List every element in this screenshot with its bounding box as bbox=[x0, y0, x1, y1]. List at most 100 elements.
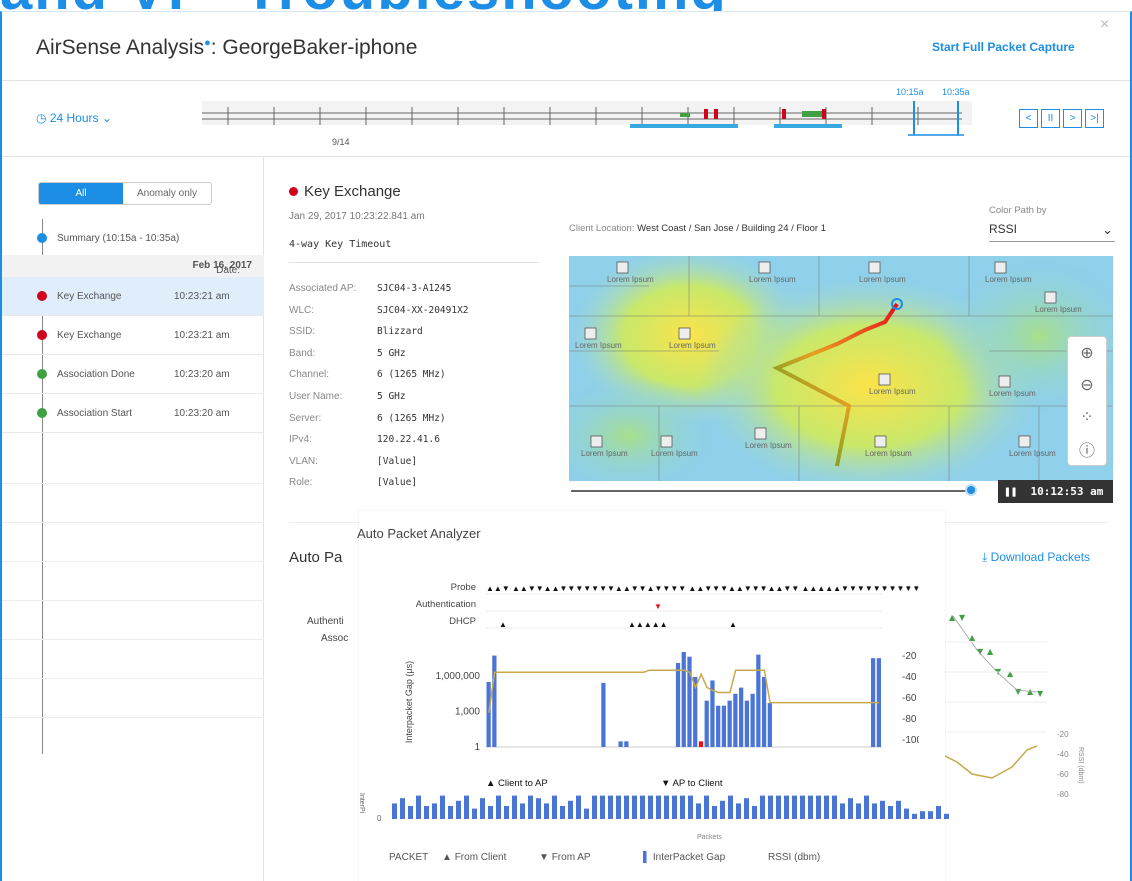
last-button[interactable]: >| bbox=[1085, 109, 1104, 128]
divider bbox=[2, 678, 264, 679]
detail-key: IPv4: bbox=[289, 434, 312, 446]
download-packets-link[interactable]: ⤓ Download Packets bbox=[982, 550, 1090, 565]
gap-bar-small bbox=[816, 795, 821, 819]
auth-marker: ▼ bbox=[654, 602, 662, 611]
detail-value: 5 GHz bbox=[377, 347, 406, 359]
timeline-session bbox=[630, 124, 738, 128]
room-label: Lorem Ipsum bbox=[1035, 305, 1082, 314]
event-row[interactable]: Key Exchange 10:23:21 am bbox=[2, 316, 264, 355]
green-marker: ▲ bbox=[987, 647, 994, 656]
summary-row[interactable]: Summary (10:15a - 10:35a) bbox=[2, 219, 264, 258]
pause-button[interactable]: II bbox=[1041, 109, 1060, 128]
detail-value: [Value] bbox=[377, 477, 418, 489]
info-icon[interactable]: ⓘ bbox=[1068, 433, 1106, 465]
gap-bar-small bbox=[416, 795, 421, 819]
next-button[interactable]: > bbox=[1063, 109, 1082, 128]
gap-bar-small bbox=[904, 808, 909, 819]
gap-legend-icon: ▌ bbox=[643, 852, 651, 863]
gap-bar-small bbox=[576, 795, 581, 819]
green-marker: ▲ bbox=[949, 613, 956, 622]
event-row[interactable]: Association Start 10:23:20 am bbox=[2, 394, 264, 433]
gap-bar-small bbox=[848, 798, 853, 819]
gap-bar bbox=[750, 693, 755, 747]
page-title: AirSense Analysis●: GeorgeBaker-iphone bbox=[36, 36, 418, 59]
row-label: DHCP bbox=[449, 616, 476, 627]
timeline-track[interactable]: 9/14 10:15a 10:35a bbox=[2, 81, 1012, 158]
rssi-tick: -40 bbox=[902, 672, 917, 683]
download-icon: ⤓ bbox=[982, 550, 988, 564]
gap-bar bbox=[492, 655, 497, 747]
previous-button[interactable]: < bbox=[1019, 109, 1038, 128]
rssi-tick: -60 bbox=[902, 693, 917, 704]
access-point-icon bbox=[616, 261, 629, 274]
floor-map[interactable]: Lorem Ipsum Lorem Ipsum Lorem Ipsum Lorem I… bbox=[569, 256, 1113, 481]
room-label: Lorem Ipsum bbox=[669, 341, 716, 350]
detail-key: VLAN: bbox=[289, 455, 318, 467]
gap-bar-small bbox=[448, 806, 453, 819]
gap-bar bbox=[744, 700, 749, 747]
gap-bar-small bbox=[888, 806, 893, 819]
detail-value: 6 (1265 MHz) bbox=[377, 369, 446, 381]
gap-bar bbox=[618, 741, 623, 747]
zoom-out-icon[interactable]: ⊖ bbox=[1068, 369, 1106, 401]
gap-bar-small bbox=[656, 795, 661, 819]
event-sidebar: All Anomaly only Summary (10:15a - 10:35… bbox=[2, 157, 264, 881]
gap-bar-small bbox=[640, 795, 645, 819]
gap-bar-small bbox=[880, 800, 885, 819]
zoom-in-icon[interactable]: ⊕ bbox=[1068, 337, 1106, 369]
locate-icon[interactable]: ⁘ bbox=[1068, 401, 1106, 433]
gap-bar-small bbox=[424, 806, 429, 819]
airsense-dialog: AirSense Analysis●: GeorgeBaker-iphone ×… bbox=[0, 11, 1132, 881]
heatmap: Lorem Ipsum Lorem Ipsum Lorem Ipsum Lorem I… bbox=[569, 256, 1113, 481]
footer-from-client: ▲ From Client bbox=[442, 852, 507, 863]
map-time-slider[interactable] bbox=[571, 490, 976, 492]
divider bbox=[2, 639, 264, 640]
gap-bar-small bbox=[928, 811, 933, 819]
section-title: Auto Pa bbox=[289, 549, 343, 566]
gap-bar-small bbox=[568, 800, 573, 819]
gap-bar-small bbox=[936, 806, 941, 819]
event-row[interactable]: Key Exchange 10:23:21 am bbox=[2, 277, 264, 316]
dhcp-markers: ▲▲▲▲▲ bbox=[628, 620, 668, 629]
footer-from-ap: ▼ From AP bbox=[539, 852, 591, 863]
event-subtitle: 4-way Key Timeout bbox=[289, 239, 392, 250]
slider-knob[interactable] bbox=[965, 484, 977, 496]
y-tick: 1,000,000 bbox=[436, 671, 481, 682]
close-icon[interactable]: × bbox=[1100, 16, 1109, 34]
room-label: Lorem Ipsum bbox=[745, 441, 792, 450]
detail-value: 5 GHz bbox=[377, 391, 406, 402]
detail-key: WLC: bbox=[289, 304, 314, 316]
gap-bar bbox=[486, 681, 491, 747]
detail-value: 6 (1265 MHz) bbox=[377, 412, 446, 424]
pause-icon[interactable]: ❚❚ bbox=[1004, 485, 1017, 498]
gap-bar-small bbox=[752, 806, 757, 819]
gap-bar bbox=[756, 654, 761, 747]
filter-all-button[interactable]: All bbox=[39, 183, 123, 204]
chevron-down-icon: ⌄ bbox=[1102, 222, 1113, 237]
background-banner: and VI - Troubleshooting bbox=[0, 0, 1132, 11]
dhcp-marker: ▲ bbox=[729, 620, 737, 629]
gap-bar-small bbox=[536, 798, 541, 819]
green-marker: ▼ bbox=[1015, 687, 1022, 696]
room-label: Lorem Ipsum bbox=[575, 341, 622, 350]
event-row[interactable]: Association Done 10:23:20 am bbox=[2, 355, 264, 394]
start-capture-link[interactable]: Start Full Packet Capture bbox=[932, 40, 1075, 54]
info-icon[interactable]: ● bbox=[204, 37, 211, 49]
gap-bar-small bbox=[528, 795, 533, 819]
color-path-select[interactable]: RSSI ⌄ bbox=[989, 222, 1115, 242]
filter-anomaly-button[interactable]: Anomaly only bbox=[123, 183, 211, 204]
gap-bar-small bbox=[456, 800, 461, 819]
gap-bar-small bbox=[592, 795, 597, 819]
access-point-icon bbox=[758, 261, 771, 274]
error-dot-icon bbox=[37, 291, 47, 301]
color-path-label: Color Path by bbox=[989, 205, 1047, 216]
gap-bar-small bbox=[632, 795, 637, 819]
rssi-tick: -20 bbox=[902, 651, 917, 662]
gap-bar-small bbox=[464, 795, 469, 819]
divider bbox=[2, 717, 264, 718]
green-marker: ▼ bbox=[959, 613, 966, 622]
error-dot-icon bbox=[289, 187, 298, 196]
room-label: Lorem Ipsum bbox=[1009, 449, 1056, 458]
gap-bar-small bbox=[760, 795, 765, 819]
event-title: Key Exchange bbox=[289, 183, 401, 200]
